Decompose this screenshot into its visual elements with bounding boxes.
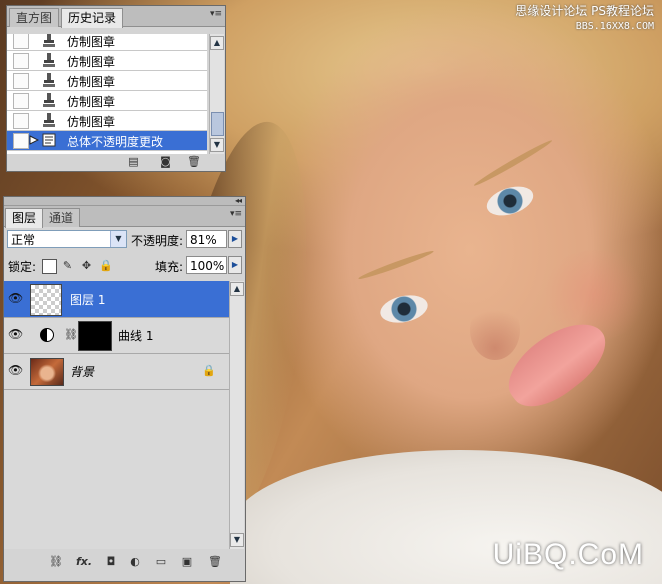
- scroll-up-button[interactable]: ▲: [230, 282, 244, 296]
- history-item[interactable]: 仿制图章: [7, 111, 207, 131]
- blend-opacity-row: 正常 ▼ 不透明度: 81% ▶: [4, 228, 245, 252]
- lock-label: 锁定:: [8, 260, 37, 274]
- watermark-line2: PS教程论坛: [591, 4, 654, 18]
- blend-mode-select[interactable]: 正常 ▼: [7, 230, 127, 248]
- snapshot-checkbox[interactable]: [13, 93, 29, 109]
- layer-mask-icon[interactable]: ◘: [104, 555, 118, 569]
- lock-pixels-icon[interactable]: ✎: [61, 259, 74, 272]
- layers-panel: ◂◂ 图层 通道 ▾≡ 正常 ▼ 不透明度: 81% ▶ 锁定: ✎ ✥ 🔒 填…: [3, 196, 246, 582]
- visibility-eye-icon[interactable]: 👁: [8, 363, 23, 377]
- watermark-bottom: UiBQ.CoM: [492, 538, 644, 571]
- curves-adjustment-icon: [40, 328, 54, 342]
- link-layers-icon[interactable]: ⛓: [48, 555, 64, 569]
- tab-histogram[interactable]: 直方图: [9, 8, 60, 27]
- opacity-slider-button[interactable]: ▶: [228, 230, 242, 248]
- history-item[interactable]: 仿制图章: [7, 51, 207, 71]
- eye: [377, 291, 431, 327]
- history-item-label: 仿制图章: [67, 55, 116, 69]
- snapshot-checkbox[interactable]: [13, 133, 29, 149]
- fill-field[interactable]: 100%: [186, 256, 227, 274]
- scroll-thumb[interactable]: [211, 112, 224, 136]
- lock-fill-row: 锁定: ✎ ✥ 🔒 填充: 100% ▶: [4, 254, 245, 278]
- opacity-label: 不透明度:: [131, 234, 184, 248]
- watermark-top: 思缘设计论坛 PS教程论坛 BBS.16XX8.COM: [515, 4, 654, 34]
- layer-mask-thumbnail[interactable]: [78, 321, 112, 351]
- trash-icon[interactable]: 🗑: [208, 555, 222, 569]
- eyebrow: [357, 248, 435, 282]
- scroll-down-button[interactable]: ▼: [230, 533, 244, 547]
- clone-stamp-icon: [43, 113, 55, 127]
- tab-layers[interactable]: 图层: [5, 208, 44, 228]
- clone-stamp-icon: [43, 34, 55, 47]
- chevron-down-icon: ▼: [110, 231, 126, 247]
- lock-all-icon[interactable]: 🔒: [99, 259, 113, 272]
- opacity-field[interactable]: 81%: [186, 230, 227, 248]
- new-layer-icon[interactable]: ▣: [180, 555, 194, 569]
- link-chain-icon[interactable]: ⛓: [64, 328, 78, 341]
- clone-stamp-icon: [43, 73, 55, 87]
- tab-history[interactable]: 历史记录: [61, 8, 124, 28]
- history-panel: 直方图 历史记录 ▾≡ 仿制图章 仿制图章 仿制图章 仿制图章 仿制图章 总体不…: [6, 5, 226, 172]
- history-item[interactable]: 仿制图章: [7, 71, 207, 91]
- eyebrow: [472, 137, 554, 189]
- panel-menu-icon[interactable]: ▾≡: [230, 209, 242, 219]
- group-icon[interactable]: ▭: [154, 555, 168, 569]
- lock-transparency-icon[interactable]: [42, 259, 57, 274]
- layer-name: 图层 1: [70, 293, 106, 307]
- fill-slider-button[interactable]: ▶: [228, 256, 242, 274]
- layers-list: 👁 图层 1 👁 ⛓ 曲线 1 👁 背景 🔒: [4, 281, 230, 549]
- layer-thumbnail: [30, 358, 64, 386]
- history-state-slider-icon[interactable]: [29, 135, 39, 145]
- snapshot-checkbox[interactable]: [13, 113, 29, 129]
- layers-footer: ⛓ fx. ◘ ◐ ▭ ▣ 🗑: [4, 551, 245, 573]
- layer-thumbnail: [30, 284, 62, 316]
- history-item-label: 总体不透明度更改: [67, 135, 164, 149]
- snapshot-checkbox[interactable]: [13, 34, 29, 49]
- layer-row-curves[interactable]: 👁 ⛓ 曲线 1: [4, 317, 230, 354]
- history-item-label: 仿制图章: [67, 95, 116, 109]
- fx-icon[interactable]: fx.: [74, 555, 94, 569]
- snapshot-checkbox[interactable]: [13, 73, 29, 89]
- scroll-down-button[interactable]: ▼: [210, 138, 224, 152]
- lock-icon: 🔒: [202, 364, 216, 377]
- visibility-eye-icon[interactable]: 👁: [8, 327, 23, 341]
- layers-scrollbar[interactable]: ▲ ▼: [229, 281, 244, 549]
- history-item[interactable]: 仿制图章: [7, 34, 207, 51]
- lock-position-icon[interactable]: ✥: [80, 259, 93, 272]
- blend-mode-value: 正常: [11, 233, 36, 247]
- history-item[interactable]: 仿制图章: [7, 91, 207, 111]
- layers-tabs: 图层 通道 ▾≡: [4, 206, 245, 228]
- tab-channels[interactable]: 通道: [42, 208, 81, 227]
- layer-name: 曲线 1: [118, 329, 154, 343]
- new-document-from-state-icon[interactable]: ▤: [127, 156, 140, 168]
- history-item-selected[interactable]: 总体不透明度更改: [7, 131, 207, 151]
- history-list: 仿制图章 仿制图章 仿制图章 仿制图章 仿制图章 总体不透明度更改: [7, 34, 207, 154]
- eye: [483, 181, 537, 221]
- new-snapshot-icon[interactable]: ◙: [159, 156, 172, 168]
- fill-label: 填充:: [155, 260, 184, 274]
- clone-stamp-icon: [43, 93, 55, 107]
- history-scrollbar[interactable]: ▲ ▼: [209, 34, 224, 154]
- nose-shading: [470, 300, 520, 360]
- trash-icon[interactable]: 🗑: [187, 156, 201, 168]
- clone-stamp-icon: [43, 53, 55, 67]
- history-state-icon: [42, 133, 56, 147]
- layer-row-background[interactable]: 👁 背景 🔒: [4, 353, 230, 390]
- panel-menu-icon[interactable]: ▾≡: [210, 9, 222, 19]
- scroll-up-button[interactable]: ▲: [210, 36, 224, 50]
- visibility-eye-icon[interactable]: 👁: [8, 291, 23, 305]
- history-item-label: 仿制图章: [67, 115, 116, 129]
- adjustment-layer-icon[interactable]: ◐: [128, 555, 142, 569]
- watermark-line1: 思缘设计论坛: [515, 4, 588, 18]
- watermark-site: BBS.16XX8.COM: [575, 21, 654, 32]
- history-item-label: 仿制图章: [67, 35, 116, 49]
- layer-row-layer1[interactable]: 👁 图层 1: [4, 281, 230, 318]
- history-footer: ▤ ◙ 🗑: [7, 154, 225, 171]
- layer-name: 背景: [70, 365, 95, 379]
- history-item-label: 仿制图章: [67, 75, 116, 89]
- snapshot-checkbox[interactable]: [13, 53, 29, 69]
- panel-dock-strip: ◂◂: [4, 196, 245, 206]
- collapse-icon[interactable]: ◂◂: [235, 196, 242, 205]
- history-tabs: 直方图 历史记录 ▾≡: [7, 6, 225, 28]
